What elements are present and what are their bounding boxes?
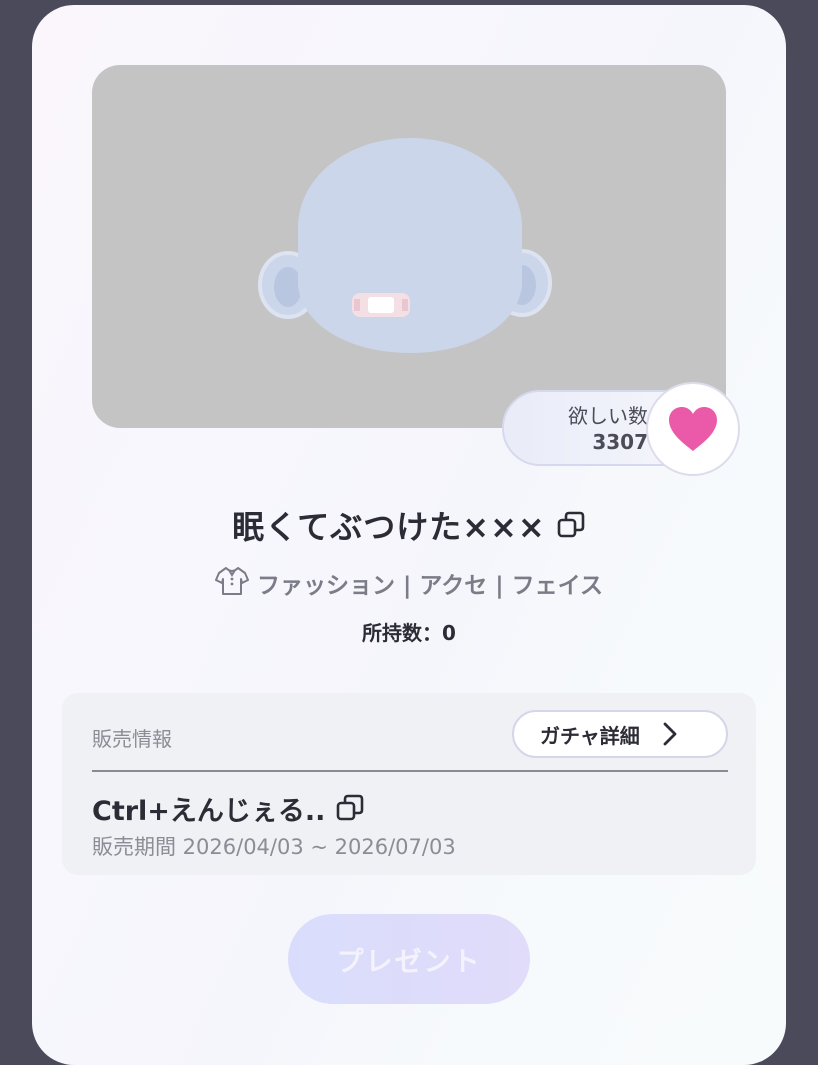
wishlist-heart-button[interactable] [646, 382, 740, 476]
divider [92, 770, 728, 772]
sales-info-label: 販売情報 [92, 727, 172, 751]
copy-icon[interactable] [335, 793, 365, 823]
item-title-row: 眠くてぶつけた××× [32, 501, 786, 549]
item-category: ファッション | アクセ | フェイス [257, 573, 603, 599]
avatar-placeholder-image [258, 138, 552, 353]
wishlist-count: 3307 [592, 430, 648, 454]
copy-icon[interactable] [556, 510, 586, 540]
gacha-name-row: Ctrl+えんじぇる.. [92, 788, 365, 828]
chevron-right-icon [663, 722, 677, 746]
item-detail-card: 欲しい数 3307 眠くてぶつけた××× ファッション | アクセ | フェイス… [32, 5, 786, 1065]
owned-count: 所持数：0 [362, 621, 456, 645]
wishlist-label: 欲しい数 [568, 404, 648, 428]
sale-period: 販売期間 2026/04/03 ~ 2026/07/03 [92, 835, 456, 859]
gacha-detail-label: ガチャ詳細 [540, 723, 640, 748]
item-title: 眠くてぶつけた××× [232, 508, 546, 546]
shirt-icon [215, 565, 249, 601]
heart-icon [669, 407, 717, 451]
sales-info-section: 販売情報 ガチャ詳細 Ctrl+えんじぇる.. 販売期間 2026/04/03 … [62, 693, 756, 875]
item-preview [92, 65, 726, 428]
present-button-label: プレゼント [336, 946, 482, 978]
item-category-row: ファッション | アクセ | フェイス [32, 563, 786, 603]
gacha-name: Ctrl+えんじぇる.. [92, 795, 326, 827]
gacha-detail-button[interactable]: ガチャ詳細 [512, 710, 728, 758]
present-button[interactable]: プレゼント [288, 914, 530, 1004]
